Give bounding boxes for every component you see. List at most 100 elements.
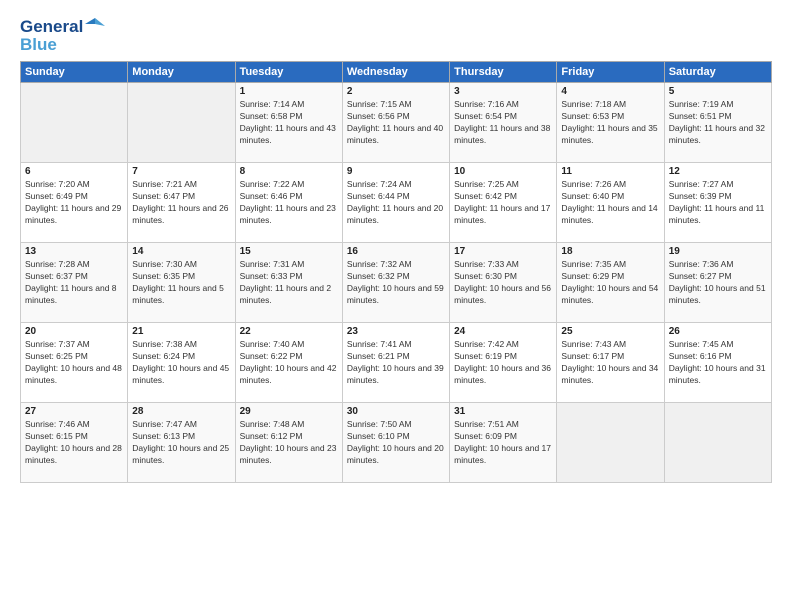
calendar-day-header: Friday [557,62,664,83]
day-info: Sunrise: 7:27 AM Sunset: 6:39 PM Dayligh… [669,179,767,227]
calendar-cell: 9 Sunrise: 7:24 AM Sunset: 6:44 PM Daylig… [342,163,449,243]
calendar-cell: 22 Sunrise: 7:40 AM Sunset: 6:22 PM Dayli… [235,323,342,403]
calendar-cell: 5Sunrise: 7:19 AM Sunset: 6:51 PM Daylig… [664,83,771,163]
calendar-cell: 29 Sunrise: 7:48 AM Sunset: 6:12 PM Dayli… [235,403,342,483]
day-number: 25 [561,326,659,337]
calendar-week-row: 20Sunrise: 7:37 AM Sunset: 6:25 PM Dayli… [21,323,772,403]
day-number: 31 [454,406,552,417]
day-info: Sunrise: 7:15 AM Sunset: 6:56 PM Dayligh… [347,99,445,147]
day-info: Sunrise: 7:20 AM Sunset: 6:49 PM Dayligh… [25,179,123,227]
day-number: 28 [132,406,230,417]
calendar-cell: 8 Sunrise: 7:22 AM Sunset: 6:46 PM Daylig… [235,163,342,243]
day-number: 14 [132,246,230,257]
day-number: 26 [669,326,767,337]
calendar-day-header: Wednesday [342,62,449,83]
calendar-week-row: 13 Sunrise: 7:28 AM Sunset: 6:37 PM Dayli… [21,243,772,323]
logo-bird-icon [85,16,105,36]
calendar-cell: 16 Sunrise: 7:32 AM Sunset: 6:32 PM Dayli… [342,243,449,323]
day-info: Sunrise: 7:45 AM Sunset: 6:16 PM Dayligh… [669,339,767,387]
calendar-cell: 21Sunrise: 7:38 AM Sunset: 6:24 PM Dayli… [128,323,235,403]
day-number: 23 [347,326,445,337]
day-info: Sunrise: 7:46 AM Sunset: 6:15 PM Dayligh… [25,419,123,467]
calendar-day-header: Sunday [21,62,128,83]
day-number: 8 [240,166,338,177]
calendar-cell: 24Sunrise: 7:42 AM Sunset: 6:19 PM Dayli… [450,323,557,403]
day-info: Sunrise: 7:48 AM Sunset: 6:12 PM Dayligh… [240,419,338,467]
day-info: Sunrise: 7:14 AM Sunset: 6:58 PM Dayligh… [240,99,338,147]
day-number: 13 [25,246,123,257]
calendar-cell: 10 Sunrise: 7:25 AM Sunset: 6:42 PM Dayli… [450,163,557,243]
calendar-cell: 17 Sunrise: 7:33 AM Sunset: 6:30 PM Dayli… [450,243,557,323]
day-info: Sunrise: 7:18 AM Sunset: 6:53 PM Dayligh… [561,99,659,147]
calendar-cell: 12 Sunrise: 7:27 AM Sunset: 6:39 PM Dayli… [664,163,771,243]
day-info: Sunrise: 7:31 AM Sunset: 6:33 PM Dayligh… [240,259,338,307]
day-info: Sunrise: 7:28 AM Sunset: 6:37 PM Dayligh… [25,259,123,307]
calendar-cell [21,83,128,163]
day-number: 22 [240,326,338,337]
day-info: Sunrise: 7:37 AM Sunset: 6:25 PM Dayligh… [25,339,123,387]
day-info: Sunrise: 7:42 AM Sunset: 6:19 PM Dayligh… [454,339,552,387]
calendar-day-header: Thursday [450,62,557,83]
calendar-cell: 1 Sunrise: 7:14 AM Sunset: 6:58 PM Daylig… [235,83,342,163]
day-info: Sunrise: 7:24 AM Sunset: 6:44 PM Dayligh… [347,179,445,227]
day-number: 4 [561,86,659,97]
day-info: Sunrise: 7:47 AM Sunset: 6:13 PM Dayligh… [132,419,230,467]
day-number: 9 [347,166,445,177]
day-info: Sunrise: 7:30 AM Sunset: 6:35 PM Dayligh… [132,259,230,307]
day-info: Sunrise: 7:25 AM Sunset: 6:42 PM Dayligh… [454,179,552,227]
calendar-header-row: SundayMondayTuesdayWednesdayThursdayFrid… [21,62,772,83]
calendar-cell: 19 Sunrise: 7:36 AM Sunset: 6:27 PM Dayli… [664,243,771,323]
calendar-cell: 28 Sunrise: 7:47 AM Sunset: 6:13 PM Dayli… [128,403,235,483]
calendar-day-header: Tuesday [235,62,342,83]
day-number: 2 [347,86,445,97]
day-number: 6 [25,166,123,177]
calendar-cell: 14 Sunrise: 7:30 AM Sunset: 6:35 PM Dayli… [128,243,235,323]
day-number: 16 [347,246,445,257]
day-info: Sunrise: 7:41 AM Sunset: 6:21 PM Dayligh… [347,339,445,387]
day-number: 10 [454,166,552,177]
calendar-cell: 25 Sunrise: 7:43 AM Sunset: 6:17 PM Dayli… [557,323,664,403]
day-info: Sunrise: 7:32 AM Sunset: 6:32 PM Dayligh… [347,259,445,307]
day-number: 30 [347,406,445,417]
day-info: Sunrise: 7:36 AM Sunset: 6:27 PM Dayligh… [669,259,767,307]
day-info: Sunrise: 7:35 AM Sunset: 6:29 PM Dayligh… [561,259,659,307]
calendar-cell [128,83,235,163]
day-number: 29 [240,406,338,417]
calendar-cell: 7 Sunrise: 7:21 AM Sunset: 6:47 PM Daylig… [128,163,235,243]
day-info: Sunrise: 7:33 AM Sunset: 6:30 PM Dayligh… [454,259,552,307]
calendar-cell: 30 Sunrise: 7:50 AM Sunset: 6:10 PM Dayli… [342,403,449,483]
calendar-cell: 18 Sunrise: 7:35 AM Sunset: 6:29 PM Dayli… [557,243,664,323]
day-number: 18 [561,246,659,257]
day-info: Sunrise: 7:40 AM Sunset: 6:22 PM Dayligh… [240,339,338,387]
day-info: Sunrise: 7:21 AM Sunset: 6:47 PM Dayligh… [132,179,230,227]
day-info: Sunrise: 7:22 AM Sunset: 6:46 PM Dayligh… [240,179,338,227]
calendar-cell: 6 Sunrise: 7:20 AM Sunset: 6:49 PM Daylig… [21,163,128,243]
day-info: Sunrise: 7:50 AM Sunset: 6:10 PM Dayligh… [347,419,445,467]
calendar-cell: 11Sunrise: 7:26 AM Sunset: 6:40 PM Dayli… [557,163,664,243]
calendar-cell [664,403,771,483]
calendar-body: 1 Sunrise: 7:14 AM Sunset: 6:58 PM Daylig… [21,83,772,483]
calendar-cell: 27 Sunrise: 7:46 AM Sunset: 6:15 PM Dayli… [21,403,128,483]
calendar-cell: 23 Sunrise: 7:41 AM Sunset: 6:21 PM Dayli… [342,323,449,403]
day-number: 1 [240,86,338,97]
day-info: Sunrise: 7:19 AM Sunset: 6:51 PM Dayligh… [669,99,767,147]
day-number: 7 [132,166,230,177]
day-number: 27 [25,406,123,417]
logo: General Blue [20,16,105,53]
calendar-cell: 31 Sunrise: 7:51 AM Sunset: 6:09 PM Dayli… [450,403,557,483]
day-number: 12 [669,166,767,177]
calendar-cell: 26 Sunrise: 7:45 AM Sunset: 6:16 PM Dayli… [664,323,771,403]
calendar-cell: 3Sunrise: 7:16 AM Sunset: 6:54 PM Daylig… [450,83,557,163]
calendar-day-header: Monday [128,62,235,83]
day-number: 17 [454,246,552,257]
day-info: Sunrise: 7:51 AM Sunset: 6:09 PM Dayligh… [454,419,552,467]
day-info: Sunrise: 7:43 AM Sunset: 6:17 PM Dayligh… [561,339,659,387]
day-number: 19 [669,246,767,257]
logo-blue: Blue [20,36,57,53]
day-info: Sunrise: 7:38 AM Sunset: 6:24 PM Dayligh… [132,339,230,387]
day-info: Sunrise: 7:16 AM Sunset: 6:54 PM Dayligh… [454,99,552,147]
page-header: General Blue [20,16,772,53]
calendar-week-row: 27 Sunrise: 7:46 AM Sunset: 6:15 PM Dayli… [21,403,772,483]
calendar-cell: 20Sunrise: 7:37 AM Sunset: 6:25 PM Dayli… [21,323,128,403]
day-number: 15 [240,246,338,257]
